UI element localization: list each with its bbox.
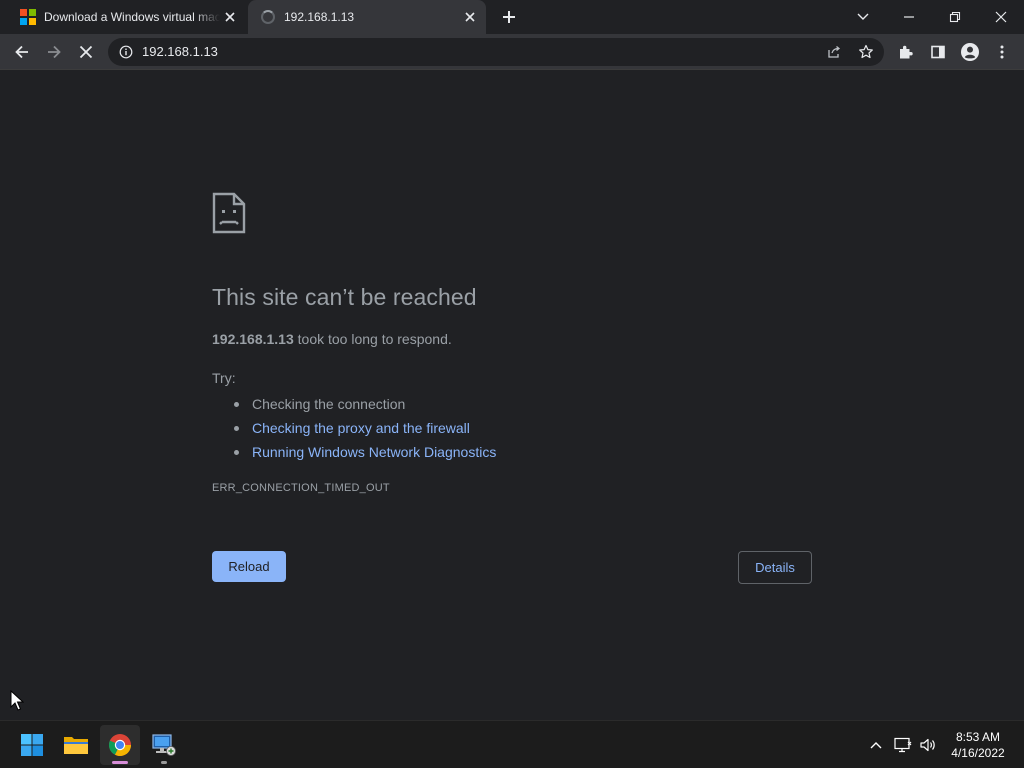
windows-taskbar: 8:53 AM 4/16/2022 bbox=[0, 720, 1024, 768]
file-explorer-icon bbox=[64, 737, 88, 754]
start-icon bbox=[21, 734, 43, 756]
details-button[interactable]: Details bbox=[738, 551, 812, 584]
close-icon bbox=[995, 11, 1007, 23]
tab-strip: Download a Windows virtual machine - Win… bbox=[0, 0, 1024, 34]
menu-dots-icon bbox=[1000, 45, 1004, 59]
extensions-icon bbox=[900, 45, 913, 59]
tab-download-windows-vm[interactable]: Download a Windows virtual machine - Win… bbox=[8, 0, 246, 34]
taskbar-clock[interactable]: 8:53 AM 4/16/2022 bbox=[940, 729, 1016, 761]
minimize-icon bbox=[904, 16, 914, 18]
reload-button[interactable]: Reload bbox=[212, 551, 286, 582]
loading-spinner-icon bbox=[260, 9, 276, 25]
remote-desktop-button[interactable] bbox=[144, 725, 184, 765]
url-input[interactable] bbox=[142, 45, 742, 59]
close-window-button[interactable] bbox=[978, 0, 1024, 34]
suggestion-check-proxy-firewall-link[interactable]: Checking the proxy and the firewall bbox=[232, 416, 496, 440]
suggestion-network-diagnostics-link[interactable]: Running Windows Network Diagnostics bbox=[232, 440, 496, 464]
browser-toolbar bbox=[0, 34, 1024, 70]
sad-page-icon bbox=[212, 192, 246, 234]
side-panel-button[interactable] bbox=[926, 40, 950, 64]
back-icon bbox=[15, 45, 28, 59]
error-summary-text: took too long to respond. bbox=[293, 331, 452, 347]
remote-desktop-icon bbox=[152, 734, 176, 756]
restore-button[interactable] bbox=[932, 0, 978, 34]
chrome-icon bbox=[108, 734, 131, 757]
tab-title: Download a Windows virtual machine - Win… bbox=[44, 10, 220, 24]
network-icon bbox=[894, 737, 912, 753]
restore-icon bbox=[949, 11, 961, 23]
error-title: This site can’t be reached bbox=[212, 284, 477, 310]
active-app-indicator bbox=[112, 761, 128, 764]
try-label: Try: bbox=[212, 370, 236, 386]
volume-button[interactable] bbox=[918, 735, 938, 755]
forward-button[interactable] bbox=[42, 40, 66, 64]
volume-icon bbox=[920, 738, 935, 752]
side-panel-icon bbox=[931, 45, 945, 59]
file-explorer-button[interactable] bbox=[56, 725, 96, 765]
error-summary: 192.168.1.13 took too long to respond. bbox=[212, 330, 452, 348]
tab-close-icon[interactable] bbox=[462, 9, 478, 25]
clock-date: 4/16/2022 bbox=[951, 746, 1005, 760]
tab-title: 192.168.1.13 bbox=[284, 10, 355, 24]
suggestion-check-connection: Checking the connection bbox=[232, 392, 496, 416]
address-bar[interactable] bbox=[108, 38, 884, 66]
error-page: This site can’t be reached 192.168.1.13 … bbox=[0, 70, 1024, 720]
bookmark-star-icon[interactable] bbox=[858, 44, 874, 60]
chevron-up-icon bbox=[870, 742, 882, 749]
show-hidden-icons-button[interactable] bbox=[866, 735, 886, 755]
stop-loading-button[interactable] bbox=[74, 40, 98, 64]
start-button[interactable] bbox=[12, 725, 52, 765]
mouse-pointer-icon bbox=[10, 690, 24, 711]
tab-close-icon[interactable] bbox=[222, 9, 238, 25]
forward-icon bbox=[48, 45, 61, 59]
minimize-button[interactable] bbox=[886, 0, 932, 34]
suggestion-list: Checking the connection Checking the pro… bbox=[232, 392, 496, 464]
open-app-indicator bbox=[161, 761, 167, 764]
chevron-down-icon bbox=[857, 13, 869, 20]
error-host: 192.168.1.13 bbox=[212, 331, 294, 347]
site-info-icon[interactable] bbox=[119, 45, 133, 59]
stop-icon bbox=[79, 45, 93, 59]
chrome-menu-button[interactable] bbox=[990, 40, 1014, 64]
network-status-button[interactable] bbox=[893, 735, 913, 755]
chrome-taskbar-button[interactable] bbox=[100, 725, 140, 765]
profile-button[interactable] bbox=[958, 40, 982, 64]
profile-icon bbox=[961, 43, 979, 61]
share-icon[interactable] bbox=[826, 44, 842, 60]
microsoft-logo-icon bbox=[20, 9, 36, 25]
tab-search-button[interactable] bbox=[840, 0, 886, 34]
clock-time: 8:53 AM bbox=[955, 730, 1001, 744]
error-code: ERR_CONNECTION_TIMED_OUT bbox=[212, 482, 390, 494]
extensions-button[interactable] bbox=[894, 40, 918, 64]
back-button[interactable] bbox=[10, 40, 34, 64]
tab-192-168-1-13[interactable]: 192.168.1.13 bbox=[248, 0, 486, 34]
plus-icon bbox=[503, 11, 515, 23]
new-tab-button[interactable] bbox=[498, 7, 520, 27]
